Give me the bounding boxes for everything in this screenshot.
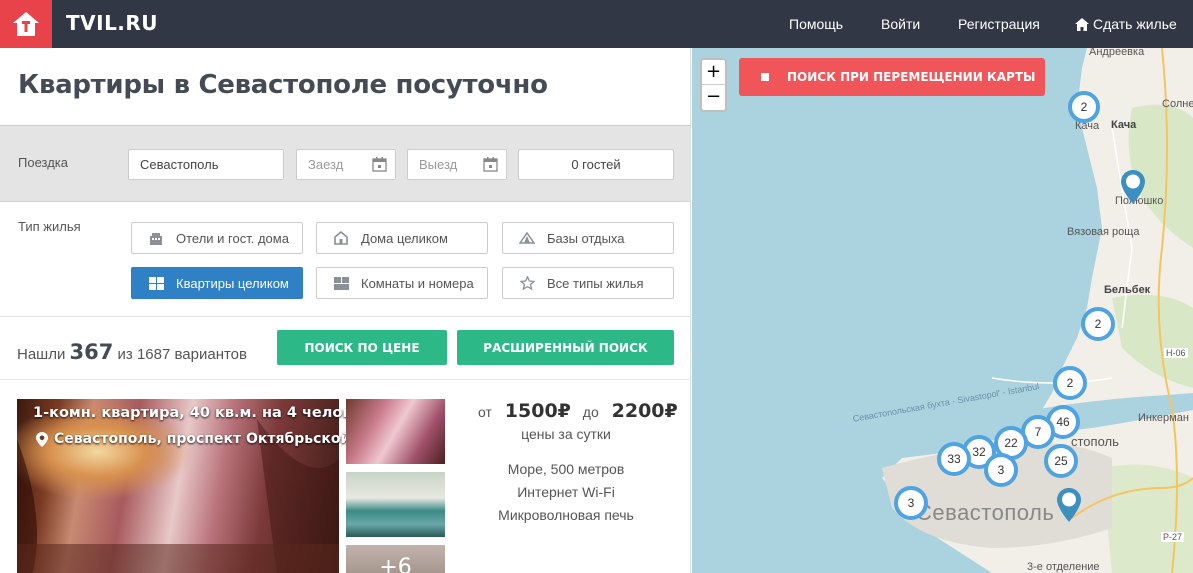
road-label: H-06 — [1164, 348, 1188, 358]
checkbox-icon — [761, 73, 769, 81]
listing-feature: Интернет Wi-Fi — [517, 484, 615, 500]
trip-section: Поездка Севастополь Заезд Выезд 0 гостей — [0, 126, 690, 202]
road-label: P-27 — [1161, 532, 1185, 542]
found-count: 367 — [69, 340, 114, 364]
listing-price: от 1500₽ до 2200₽ — [478, 400, 678, 422]
map-cluster[interactable]: 3 — [894, 486, 928, 520]
checkout-field[interactable]: Выезд — [407, 149, 507, 180]
zoom-in-button[interactable]: + — [702, 60, 725, 85]
listing-feature: Море, 500 метров — [507, 461, 625, 477]
map-cluster[interactable]: 2 — [1068, 91, 1100, 123]
map-place-label: Инкерман — [1138, 412, 1189, 424]
housing-type-section: Тип жилья Отели и гост. дома Дома целико… — [0, 203, 690, 317]
price-from-label: от — [478, 404, 492, 420]
star-icon — [519, 275, 535, 291]
calendar-icon — [483, 157, 498, 172]
top-header: TVIL.RU Помощь Войти Регистрация Сдать ж… — [0, 0, 1193, 48]
price-from: 1500₽ — [504, 400, 571, 422]
price-to-label: до — [582, 404, 599, 420]
type-all-button[interactable]: Все типы жилья — [502, 267, 674, 299]
map-place-label: Солнеч — [1162, 98, 1193, 110]
type-rooms-button[interactable]: Комнаты и номера — [316, 267, 488, 299]
search-on-move-toggle[interactable]: ПОИСК ПРИ ПЕРЕМЕЩЕНИИ КАРТЫ — [739, 58, 1045, 96]
map-place-label: Бельбек — [1104, 284, 1151, 296]
type-apartments-button[interactable]: Квартиры целиком — [131, 267, 303, 299]
map-place-label: Вязовая роща — [1067, 226, 1140, 238]
found-prefix: Нашли — [17, 346, 66, 363]
map-cluster[interactable]: 3 — [984, 453, 1018, 487]
map-cluster[interactable]: 2 — [1081, 307, 1115, 341]
listing-main-photo[interactable] — [17, 399, 339, 573]
listing-thumb[interactable] — [346, 399, 445, 464]
advanced-search-button[interactable]: РАСШИРЕННЫЙ ПОИСК — [457, 330, 674, 365]
tent-icon — [519, 230, 535, 246]
checkin-placeholder: Заезд — [308, 157, 344, 172]
map-cluster[interactable]: 33 — [937, 442, 971, 476]
house-icon — [333, 230, 349, 246]
room-icon — [333, 275, 349, 291]
type-rooms-label: Комнаты и номера — [361, 275, 474, 291]
type-all-label: Все типы жилья — [547, 275, 644, 291]
home-icon — [1075, 17, 1089, 31]
logo-text[interactable]: TVIL.RU — [66, 11, 158, 35]
map-place-label: Севастополь — [916, 500, 1055, 525]
location-pin-icon — [36, 431, 48, 447]
listing-thumb[interactable] — [346, 472, 445, 537]
nav-login[interactable]: Войти — [881, 0, 920, 48]
nav-add-listing[interactable]: Сдать жилье — [1075, 0, 1177, 48]
more-photos-count: +6 — [379, 555, 412, 573]
nav-register[interactable]: Регистрация — [958, 0, 1040, 48]
type-resorts-button[interactable]: Базы отдыха — [502, 222, 674, 254]
checkin-field[interactable]: Заезд — [296, 149, 396, 180]
map[interactable]: + − ПОИСК ПРИ ПЕРЕМЕЩЕНИИ КАРТЫ Андреевк… — [692, 48, 1193, 573]
listing-feature: Микроволновая печь — [498, 507, 634, 523]
city-input[interactable]: Севастополь — [128, 149, 284, 180]
map-place-label: стополь — [1071, 434, 1119, 449]
logo-icon[interactable] — [0, 0, 52, 48]
type-apartments-label: Квартиры целиком — [176, 275, 289, 291]
apartment-icon — [148, 275, 164, 291]
housing-type-label: Тип жилья — [18, 219, 81, 234]
zoom-out-button[interactable]: − — [702, 85, 725, 110]
zoom-control: + − — [700, 58, 727, 112]
listing-address-text: Севастополь, проспект Октябрьской — [54, 431, 351, 447]
search-on-move-label: ПОИСК ПРИ ПЕРЕМЕЩЕНИИ КАРТЫ — [787, 70, 1036, 84]
price-note: цены за сутки — [521, 426, 611, 442]
more-photos-thumb[interactable]: +6 — [346, 545, 445, 573]
listing-address: Севастополь, проспект Октябрьской — [36, 431, 350, 447]
price-search-button[interactable]: ПОИСК ПО ЦЕНЕ — [277, 330, 447, 365]
map-place-label: Кача — [1111, 119, 1137, 131]
type-hotels-button[interactable]: Отели и гост. дома — [131, 222, 303, 254]
listing-title[interactable]: 1-комн. квартира, 40 кв.м. на 4 челов... — [33, 405, 368, 421]
map-place-label: 3-е отделение — [1027, 561, 1100, 573]
map-cluster[interactable]: 25 — [1044, 444, 1078, 478]
map-pin-icon[interactable] — [1056, 487, 1082, 523]
results-count: Нашли 367 из 1687 вариантов — [17, 340, 247, 364]
type-houses-button[interactable]: Дома целиком — [316, 222, 488, 254]
type-resorts-label: Базы отдыха — [547, 230, 625, 246]
guests-field[interactable]: 0 гостей — [518, 149, 674, 180]
checkout-placeholder: Выезд — [419, 157, 458, 172]
results-bar: Нашли 367 из 1687 вариантов ПОИСК ПО ЦЕН… — [0, 318, 690, 380]
price-to: 2200₽ — [611, 400, 678, 422]
nav-help[interactable]: Помощь — [789, 0, 843, 48]
nav-add-listing-label: Сдать жилье — [1093, 16, 1177, 32]
search-panel: Квартиры в Севастополе посуточно Поездка… — [0, 48, 691, 573]
map-place-label: Андреевка — [1089, 48, 1145, 58]
map-cluster[interactable]: 2 — [1053, 366, 1087, 400]
calendar-icon — [372, 157, 387, 172]
listing-card[interactable]: 1-комн. квартира, 40 кв.м. на 4 челов...… — [0, 381, 690, 573]
trip-label: Поездка — [18, 155, 68, 170]
type-hotels-label: Отели и гост. дома — [176, 230, 289, 246]
map-pin-icon[interactable] — [1120, 169, 1146, 205]
type-houses-label: Дома целиком — [361, 230, 448, 246]
hotel-icon — [148, 230, 164, 246]
page-title: Квартиры в Севастополе посуточно — [18, 70, 548, 100]
found-suffix: из 1687 вариантов — [117, 346, 247, 363]
